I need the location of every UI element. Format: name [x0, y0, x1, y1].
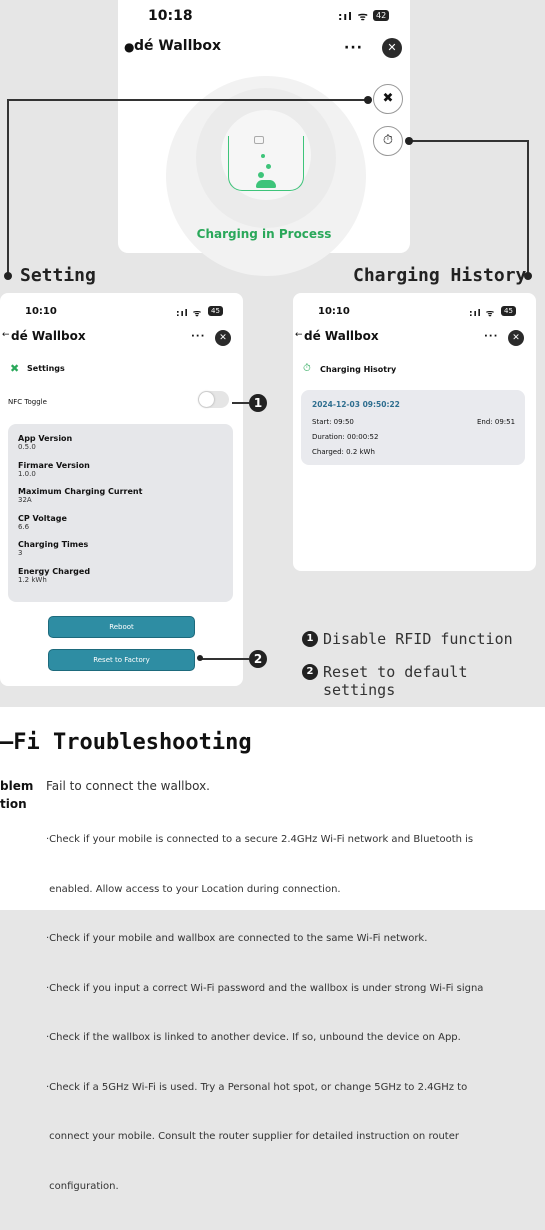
nfc-toggle-label: NFC Toggle [8, 398, 47, 406]
troubleshooting-section: –Fi Troubleshooting blem Fail to connect… [0, 707, 545, 1192]
battery-icon: 45 [208, 306, 223, 316]
info-item: CP Voltage 6.6 [18, 514, 67, 531]
settings-phone-screen: 10:10 :ıl ᯤ 45 ← dé Wallbox ··· ✕ ✖ Sett… [0, 293, 243, 686]
tools-icon: ✖ [10, 362, 20, 375]
callout-line [200, 658, 249, 660]
reboot-button[interactable]: Reboot [48, 616, 195, 638]
solution-line: ·Check if your mobile is connected to a … [46, 834, 474, 845]
problem-label: blem [0, 779, 34, 793]
callout-number-1: 1 [249, 394, 267, 412]
callout-line [232, 402, 249, 404]
history-timer-button[interactable]: ⏱ [373, 126, 403, 156]
more-menu-button[interactable]: ··· [344, 40, 363, 56]
solution-label: tion [0, 797, 27, 811]
record-duration: Duration: 00:00:52 [312, 433, 379, 441]
callout-dot [197, 655, 203, 661]
back-arrow-icon[interactable]: ← [2, 330, 10, 340]
section-title: Charging Hisotry [320, 365, 397, 374]
connector-line [7, 99, 368, 101]
history-icon: ⏱ [303, 363, 311, 374]
solution-line: ·Check if you input a correct Wi-Fi pass… [46, 982, 484, 994]
connector-line [7, 99, 9, 273]
status-time: 10:10 [25, 306, 57, 317]
status-signal-icon: :ıl ᯤ [338, 10, 369, 23]
info-item: Maximum Charging Current 32A [18, 487, 143, 504]
solution-line: ·Check if the wallbox is linked to anoth… [46, 1032, 461, 1043]
history-record-card[interactable]: 2024-12-03 09:50:22 Start: 09:50 End: 09… [301, 390, 525, 465]
record-end: End: 09:51 [477, 418, 516, 426]
close-button[interactable]: ✕ [215, 330, 231, 346]
problem-text: Fail to connect the wallbox. [46, 779, 210, 793]
more-menu-button[interactable]: ··· [191, 331, 205, 342]
close-button[interactable]: ✕ [382, 38, 402, 58]
solution-line: ·Check if a 5GHz Wi-Fi is used. Try a Pe… [46, 1081, 468, 1093]
device-info-panel: App Version 0.5.0 Firmare Version 1.0.0 … [8, 424, 233, 602]
connector-dot [364, 96, 372, 104]
connector-line [409, 140, 528, 142]
solution-line: enabled. Allow access to your Location d… [46, 883, 341, 895]
troubleshooting-title: –Fi Troubleshooting [0, 730, 252, 755]
top-phone-screen: 10:18 :ıl ᯤ 42 ● dé Wallbox ··· ✕ Chargi… [118, 0, 410, 276]
record-date: 2024-12-03 09:50:22 [312, 400, 400, 409]
status-time: 10:18 [148, 8, 193, 24]
connector-dot [4, 272, 12, 280]
location-pin-icon: ● [124, 40, 135, 54]
reset-factory-button[interactable]: Reset to Factory [48, 649, 195, 671]
status-signal-icon: :ıl ᯤ [469, 309, 496, 319]
callout-number-2: 2 [249, 650, 267, 668]
setting-label: Setting [20, 265, 96, 286]
history-label: Charging History [353, 265, 527, 286]
connector-line [527, 140, 529, 273]
info-item: App Version 0.5.0 [18, 434, 73, 451]
battery-icon: 45 [501, 306, 516, 316]
status-time: 10:10 [318, 306, 350, 317]
tools-icon: ✖ [382, 91, 394, 106]
close-button[interactable]: ✕ [508, 330, 524, 346]
legend-item-1: Disable RFID function [323, 630, 513, 648]
settings-tools-button[interactable]: ✖ [373, 84, 403, 114]
info-item: Energy Charged 1.2 kWh [18, 567, 91, 584]
legend-item-2: Reset to default settings [323, 663, 468, 699]
solution-line: connect your mobile. Consult the router … [46, 1131, 459, 1142]
record-charged: Charged: 0.2 kWh [312, 448, 375, 456]
info-item: Firmare Version 1.0.0 [18, 461, 90, 478]
charging-status-text: Charging in Process [196, 227, 332, 241]
connector-dot [405, 137, 413, 145]
battery-icon: 42 [373, 10, 390, 21]
app-title: dé Wallbox [134, 38, 222, 54]
status-signal-icon: :ıl ᯤ [176, 309, 203, 319]
section-title: Settings [27, 364, 65, 373]
app-title: dé Wallbox [11, 329, 86, 343]
info-item: Charging Times 3 [18, 540, 89, 557]
timer-icon: ⏱ [382, 133, 394, 148]
legend-number-1: 1 [302, 631, 318, 647]
record-start: Start: 09:50 [312, 418, 354, 426]
solution-line: ·Check if your mobile and wallbox are co… [46, 933, 428, 944]
app-title: dé Wallbox [304, 329, 379, 343]
solution-list: ·Check if your mobile is connected to a … [46, 796, 545, 1230]
back-arrow-icon[interactable]: ← [295, 330, 303, 340]
legend-number-2: 2 [302, 664, 318, 680]
history-phone-screen: 10:10 :ıl ᯤ 45 ← dé Wallbox ··· ✕ ⏱ Char… [293, 293, 536, 571]
solution-line: configuration. [46, 1180, 119, 1192]
nfc-toggle-switch[interactable] [198, 391, 229, 408]
more-menu-button[interactable]: ··· [484, 331, 498, 342]
